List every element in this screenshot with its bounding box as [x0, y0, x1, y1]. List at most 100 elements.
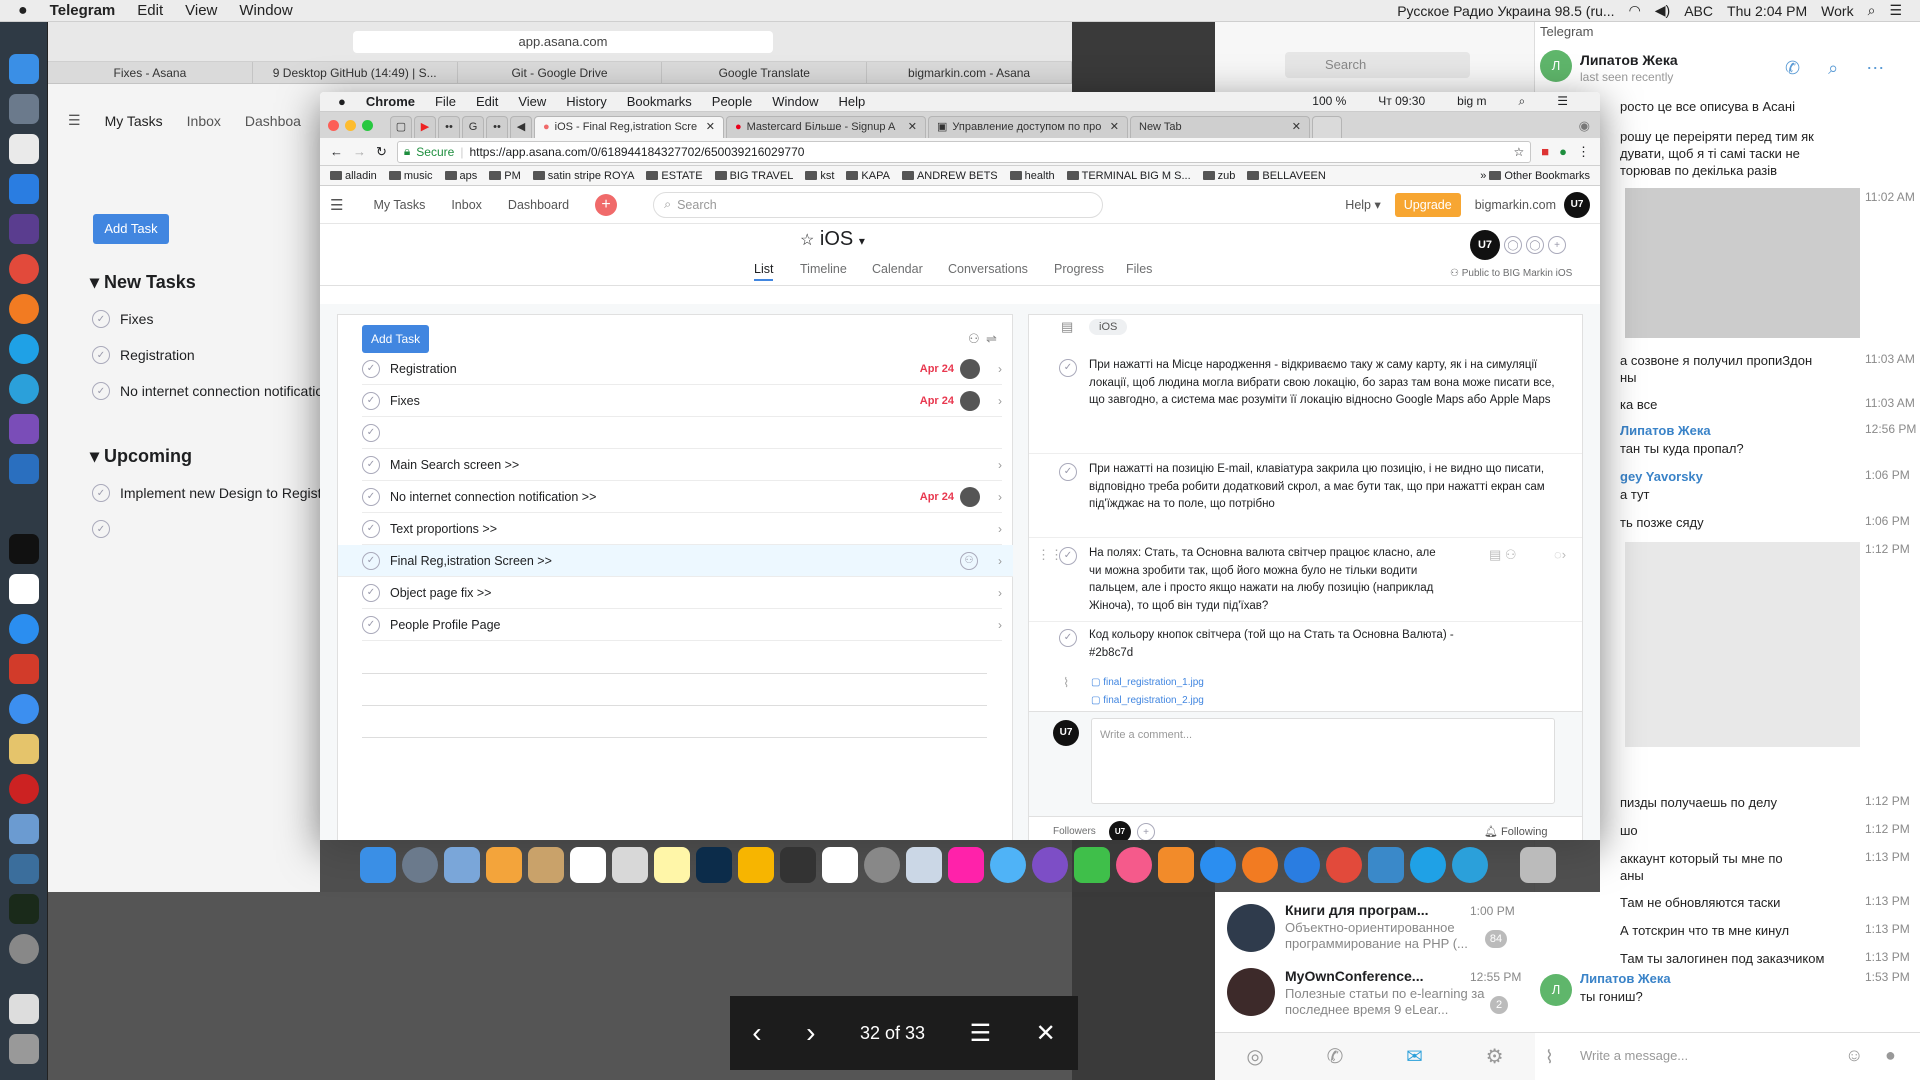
message-input[interactable]: Write a message...	[1580, 1048, 1688, 1063]
screenshot-image[interactable]	[1625, 188, 1860, 338]
reminders-icon[interactable]	[822, 847, 858, 883]
chevron-right-icon[interactable]: ›	[990, 458, 1002, 472]
check-icon[interactable]: ✓	[362, 551, 380, 570]
grammarly-icon[interactable]: ●	[1559, 144, 1567, 159]
app-icon[interactable]	[9, 214, 39, 244]
tab-close-icon[interactable]: ✕	[908, 117, 917, 138]
member-avatar[interactable]: U7	[1470, 230, 1500, 260]
contact-avatar[interactable]: Л	[1540, 50, 1572, 82]
tab-timeline[interactable]: Timeline	[800, 262, 847, 276]
task-row[interactable]: ✓ No internet connection notification >> A…	[362, 481, 1002, 513]
telegram-icon[interactable]	[1452, 847, 1488, 883]
chat-name[interactable]: MyOwnConference...	[1285, 968, 1423, 984]
chrome-icon[interactable]	[1326, 847, 1362, 883]
bookmark-folder[interactable]: KAPA	[846, 170, 890, 182]
upgrade-button[interactable]: Upgrade	[1394, 192, 1461, 217]
tab-calendar[interactable]: Calendar	[872, 262, 923, 276]
menu-window[interactable]: Window	[239, 2, 292, 19]
bg-nav-inbox[interactable]: Inbox	[187, 113, 221, 129]
contacts-icon[interactable]	[528, 847, 564, 883]
add-task-button[interactable]: Add Task	[362, 325, 430, 353]
tab-list[interactable]: List	[754, 262, 774, 281]
workspace-name[interactable]: bigmarkin.com	[1475, 198, 1556, 212]
tab-newtab[interactable]: New Tab ✕	[1130, 116, 1310, 138]
bg-task-row[interactable]: ✓ Fixes	[92, 310, 153, 328]
apple-icon[interactable]: ●	[18, 2, 28, 20]
bookmark-folder[interactable]: PM	[489, 170, 521, 182]
check-icon[interactable]: ✓	[362, 423, 380, 442]
preview2-icon[interactable]	[906, 847, 942, 883]
bookmark-folder[interactable]: BELLAVEEN	[1247, 170, 1326, 182]
check-icon[interactable]: ✓	[92, 382, 110, 400]
launchpad-icon[interactable]	[402, 847, 438, 883]
terminal-icon[interactable]	[9, 534, 39, 564]
assignee-avatar[interactable]	[960, 486, 980, 507]
nav-inbox[interactable]: Inbox	[451, 198, 482, 212]
pen-icon[interactable]	[9, 414, 39, 444]
bookmark-folder[interactable]: satin stripe ROYA	[532, 170, 634, 182]
subtask-text[interactable]: При нажатті на Місце народження - відкри…	[1089, 357, 1569, 410]
safari-tab[interactable]: Fixes - Asana	[48, 62, 253, 83]
document-icon[interactable]	[9, 994, 39, 1024]
list-icon[interactable]: ☰	[1557, 94, 1568, 109]
task-row[interactable]: ✓	[362, 417, 1002, 449]
skype-icon[interactable]	[9, 334, 39, 364]
photobooth-icon[interactable]	[9, 774, 39, 804]
sort-icon[interactable]: ⇌	[986, 331, 997, 347]
task-name[interactable]: Fixes	[390, 394, 420, 408]
follower-avatar[interactable]: U7	[1109, 821, 1131, 840]
notes-icon[interactable]	[9, 734, 39, 764]
network-icon[interactable]	[1368, 847, 1404, 883]
bookmark-folder[interactable]: health	[1009, 170, 1055, 182]
trash-icon[interactable]	[1520, 847, 1556, 883]
firefox-icon[interactable]	[9, 294, 39, 324]
add-member-icon[interactable]: ◯	[1504, 236, 1522, 254]
safari-tab[interactable]: 9 Desktop GitHub (14:49) | S...	[253, 62, 458, 83]
safari-tab[interactable]: Google Translate	[662, 62, 868, 83]
telegram-icon[interactable]	[9, 374, 39, 404]
menu-edit[interactable]: Edit	[476, 94, 498, 109]
menu-people[interactable]: People	[712, 94, 752, 109]
profile-icon[interactable]: ◉	[1579, 118, 1590, 134]
photos-icon[interactable]	[948, 847, 984, 883]
chrome-icon[interactable]	[9, 254, 39, 284]
contact-avatar[interactable]: Л	[1540, 974, 1572, 1006]
viber-icon[interactable]	[1032, 847, 1068, 883]
bookmark-folder[interactable]: kst	[805, 170, 834, 182]
check-icon[interactable]: ✓	[1059, 547, 1077, 565]
squirrel-icon[interactable]	[486, 847, 522, 883]
safari-icon[interactable]	[9, 174, 39, 204]
other-bookmarks[interactable]: » Other Bookmarks	[1480, 170, 1590, 182]
messages-icon[interactable]	[990, 847, 1026, 883]
check-icon[interactable]: ✓	[92, 310, 110, 328]
xcode-icon[interactable]	[9, 454, 39, 484]
pinned-tab[interactable]: ••	[438, 116, 460, 138]
typora-icon[interactable]	[9, 654, 39, 684]
due-date[interactable]: Apr 24	[920, 491, 954, 503]
notes-icon[interactable]	[654, 847, 690, 883]
subtask[interactable]: ✓ При нажатті на позицію E-mail, клавіату…	[1059, 461, 1569, 514]
previous-icon[interactable]: ‹	[752, 1017, 761, 1049]
safari-address-bar[interactable]: app.asana.com	[353, 31, 773, 53]
calls-icon[interactable]: ✆	[1327, 1044, 1344, 1069]
bg-nav-mytasks[interactable]: My Tasks	[105, 113, 163, 129]
bookmark-folder[interactable]: TERMINAL BIG M S...	[1066, 170, 1191, 182]
itunes-icon[interactable]	[1116, 847, 1152, 883]
settings-icon[interactable]	[9, 934, 39, 964]
finder-icon[interactable]	[360, 847, 396, 883]
wifi-icon[interactable]: ◠	[1629, 2, 1641, 19]
bookmark-folder[interactable]: aps	[444, 170, 477, 182]
search-input[interactable]: ⌕ Search	[653, 191, 1104, 218]
bg-task-row[interactable]: ✓ Implement new Design to Regist	[92, 484, 322, 502]
preview-icon[interactable]	[9, 814, 39, 844]
menu-window[interactable]: Window	[772, 94, 818, 109]
check-icon[interactable]: ✓	[362, 455, 380, 474]
bg-task-row[interactable]: ✓ No internet connection notificatio	[92, 382, 323, 400]
reload-icon[interactable]: ↻	[376, 144, 387, 160]
tab-progress[interactable]: Progress	[1054, 262, 1104, 276]
menu-bookmarks[interactable]: Bookmarks	[627, 94, 692, 109]
chat-avatar[interactable]	[1227, 904, 1275, 952]
activity-icon[interactable]	[9, 894, 39, 924]
emoji-icon[interactable]: ☺	[1845, 1045, 1863, 1066]
menu-view[interactable]: View	[518, 94, 546, 109]
